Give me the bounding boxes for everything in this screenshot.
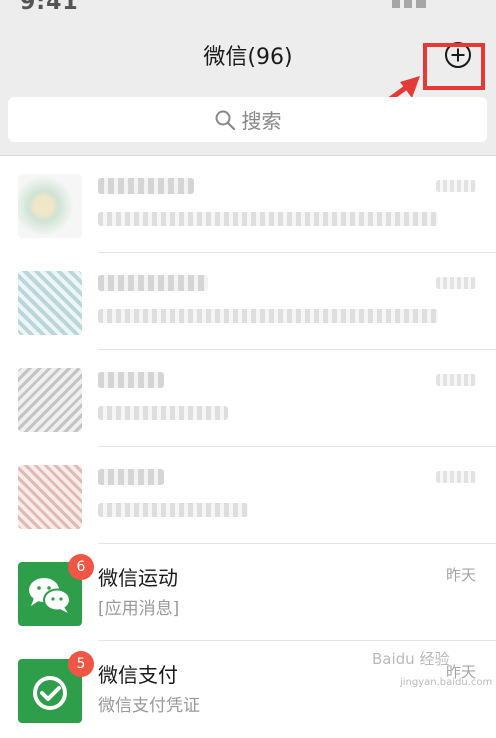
chat-name: 微信支付 <box>98 663 178 687</box>
chat-row-wechat-sport[interactable]: 6 微信运动 [应用消息] 昨天 <box>0 544 496 641</box>
chat-name <box>98 372 164 388</box>
page-title: 微信(96) <box>203 45 293 70</box>
chat-preview: [应用消息] <box>98 599 180 619</box>
annotation-highlight-box <box>423 43 485 90</box>
unread-badge: 5 <box>68 651 94 677</box>
chat-name <box>98 469 164 485</box>
chat-row[interactable] <box>0 350 496 447</box>
chat-time <box>436 180 476 192</box>
watermark: Baidu 经验 <box>372 650 450 668</box>
avatar <box>18 465 82 529</box>
avatar: 5 <box>18 651 94 723</box>
avatar <box>18 271 82 335</box>
top-header: 微信(96) <box>0 12 496 127</box>
chat-preview <box>98 503 248 517</box>
chat-row[interactable] <box>0 156 496 253</box>
chat-time <box>436 374 476 386</box>
chat-time: 昨天 <box>445 566 476 584</box>
unread-badge: 6 <box>68 554 94 580</box>
search-icon <box>215 110 235 130</box>
search-label: 搜索 <box>241 109 282 133</box>
avatar: 6 <box>18 554 94 626</box>
chat-name <box>98 178 194 194</box>
avatar <box>18 368 82 432</box>
watermark-url: jingyan.baidu.com <box>400 677 493 688</box>
chat-preview <box>98 212 438 226</box>
signal-icon <box>392 0 452 8</box>
chat-name <box>98 275 208 291</box>
chat-preview <box>98 406 228 420</box>
chat-name: 微信运动 <box>98 566 178 590</box>
chat-list: 6 微信运动 [应用消息] 昨天 5 微信支付 微信支付凭证 昨天 <box>0 156 496 738</box>
chat-row[interactable] <box>0 447 496 544</box>
search-bar[interactable]: 搜索 <box>8 97 487 142</box>
chat-time <box>436 471 476 483</box>
chat-preview <box>98 309 438 323</box>
avatar <box>18 174 82 238</box>
status-bar: 9:41 <box>0 0 496 15</box>
chat-preview: 微信支付凭证 <box>98 696 200 716</box>
chat-time <box>436 277 476 289</box>
chat-row[interactable] <box>0 253 496 350</box>
